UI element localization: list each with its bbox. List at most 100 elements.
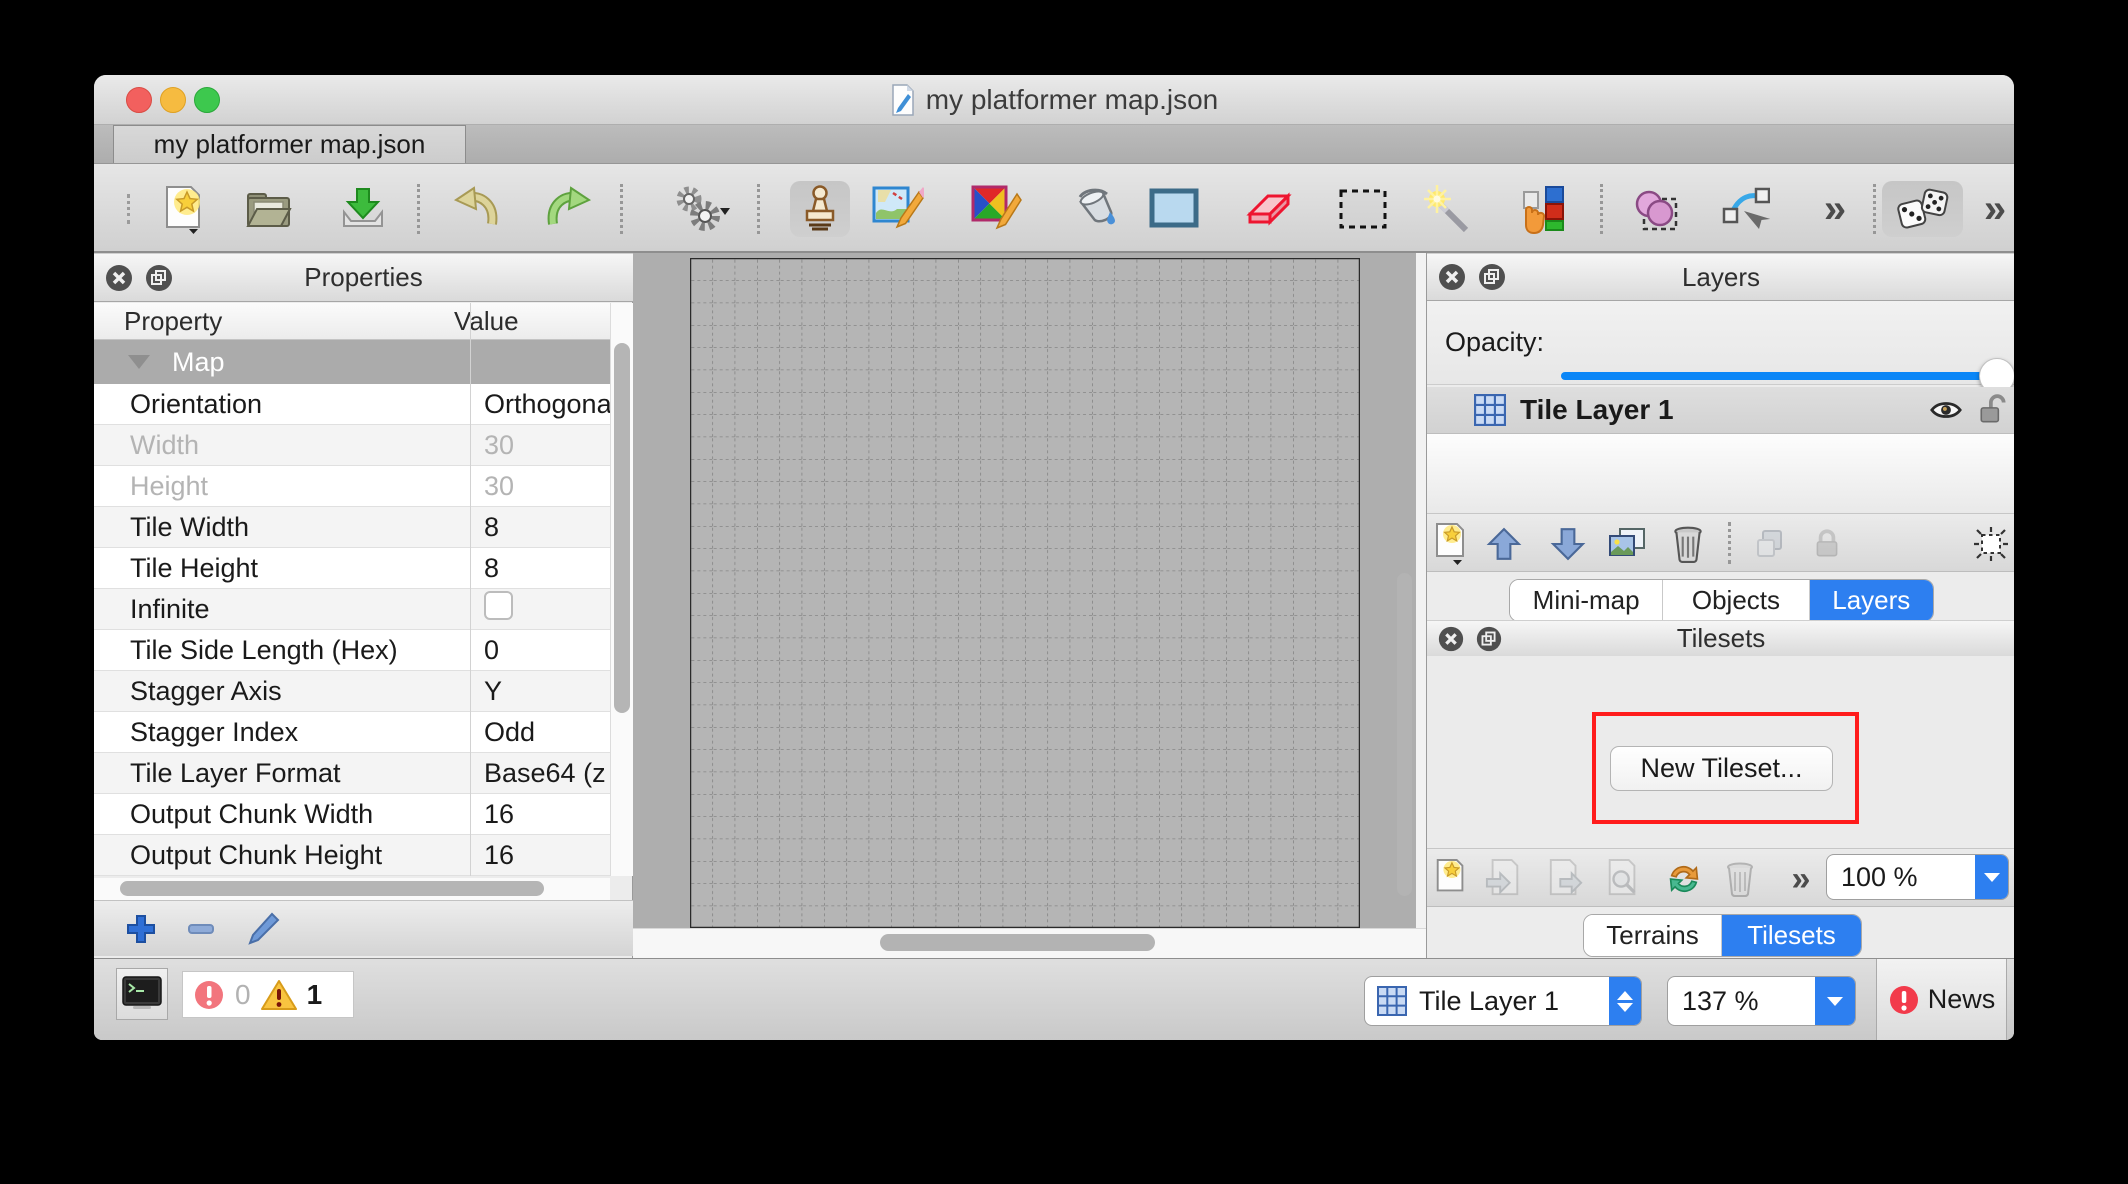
- new-tileset-toolbar-button[interactable]: [1427, 855, 1475, 903]
- add-property-icon[interactable]: [124, 912, 158, 946]
- save-file-button[interactable]: [335, 181, 391, 237]
- canvas-vertical-scrollbar[interactable]: [1397, 573, 1412, 896]
- dropdown-segment[interactable]: [1975, 855, 2008, 899]
- merge-layer-down-button[interactable]: [1746, 520, 1794, 568]
- toolbar-overflow-button[interactable]: »: [1805, 181, 1861, 237]
- highlight-current-layer-button[interactable]: [1967, 520, 2014, 568]
- tilesets-empty-area: New Tileset...: [1427, 656, 2014, 848]
- new-layer-button[interactable]: [1427, 520, 1475, 568]
- random-mode-button[interactable]: [1882, 181, 1963, 237]
- map-grid[interactable]: [690, 258, 1360, 928]
- collapse-triangle-icon[interactable]: [128, 355, 150, 369]
- stepper-segment[interactable]: [1609, 977, 1641, 1025]
- tab-layers[interactable]: Layers: [1810, 580, 1933, 621]
- toolbar-drag-handle[interactable]: [127, 194, 130, 224]
- select-same-tile-button[interactable]: [1515, 181, 1571, 237]
- float-panel-icon[interactable]: [1477, 262, 1507, 292]
- canvas-horizontal-scrollbar[interactable]: [880, 934, 1155, 951]
- redo-button[interactable]: [542, 181, 598, 237]
- property-row[interactable]: Tile Width8: [94, 507, 610, 548]
- zoom-window-button[interactable]: [194, 87, 220, 113]
- property-row[interactable]: Tile Height8: [94, 548, 610, 589]
- infinite-checkbox[interactable]: [484, 591, 513, 620]
- tab-mini-map[interactable]: Mini-map: [1510, 580, 1663, 621]
- scrollbar-thumb[interactable]: [120, 881, 544, 896]
- tileset-zoom-select[interactable]: 100 %: [1826, 854, 2009, 900]
- refresh-tileset-button[interactable]: [1660, 855, 1708, 903]
- delete-tileset-button[interactable]: [1716, 855, 1764, 903]
- import-tileset-button[interactable]: [1480, 855, 1528, 903]
- tab-objects[interactable]: Objects: [1663, 580, 1809, 621]
- news-button[interactable]: News: [1876, 959, 2007, 1040]
- terrain-brush-button[interactable]: [870, 181, 926, 237]
- edit-property-icon[interactable]: [246, 912, 280, 946]
- close-panel-icon[interactable]: [1437, 625, 1465, 653]
- layer-visibility-eye-icon[interactable]: [1929, 398, 1963, 422]
- document-tab[interactable]: my platformer map.json: [113, 125, 466, 163]
- raise-layer-button[interactable]: [1480, 520, 1528, 568]
- property-row[interactable]: Width30: [94, 425, 610, 466]
- column-divider[interactable]: [470, 303, 471, 876]
- property-value: 8: [470, 512, 610, 543]
- layer-unlocked-icon[interactable]: [1979, 394, 2007, 426]
- rectangular-select-button[interactable]: [1335, 181, 1391, 237]
- properties-button-row: [94, 900, 633, 956]
- new-map-button[interactable]: [155, 181, 211, 237]
- close-panel-icon[interactable]: [104, 263, 134, 293]
- document-tab-bar: my platformer map.json: [94, 125, 2014, 164]
- wang-brush-button[interactable]: [968, 181, 1024, 237]
- layer-row-tile-layer-1[interactable]: Tile Layer 1: [1427, 387, 2014, 434]
- property-column-label: Property: [94, 306, 440, 337]
- float-panel-icon[interactable]: [144, 263, 174, 293]
- property-row[interactable]: Infinite: [94, 589, 610, 630]
- edit-polygons-button[interactable]: [1717, 181, 1773, 237]
- tileset-toolbar-overflow-button[interactable]: »: [1775, 855, 1823, 903]
- property-row[interactable]: Stagger IndexOdd: [94, 712, 610, 753]
- property-row[interactable]: Height30: [94, 466, 610, 507]
- minimize-window-button[interactable]: [160, 87, 186, 113]
- scrollbar-thumb[interactable]: [614, 343, 630, 713]
- float-panel-icon[interactable]: [1475, 625, 1503, 653]
- property-row[interactable]: Tile Side Length (Hex)0: [94, 630, 610, 671]
- duplicate-layer-button[interactable]: [1603, 520, 1651, 568]
- console-button[interactable]: [116, 968, 168, 1020]
- dropdown-segment[interactable]: [1815, 977, 1855, 1025]
- map-view[interactable]: [633, 253, 1426, 958]
- execute-command-button[interactable]: [665, 181, 737, 237]
- remove-property-icon[interactable]: [184, 912, 218, 946]
- opacity-row: Opacity:: [1427, 301, 2014, 385]
- new-tileset-button[interactable]: New Tileset...: [1610, 746, 1833, 791]
- close-window-button[interactable]: [126, 87, 152, 113]
- property-value: Odd: [470, 717, 610, 748]
- properties-horizontal-scrollbar[interactable]: [94, 878, 610, 900]
- tab-terrains[interactable]: Terrains: [1584, 915, 1722, 956]
- opacity-slider[interactable]: [1561, 372, 1997, 380]
- layer-list-empty-area[interactable]: [1427, 434, 2014, 513]
- map-group-row[interactable]: Map: [94, 340, 610, 384]
- property-row[interactable]: Output Chunk Height16: [94, 835, 610, 876]
- select-objects-button[interactable]: [1627, 181, 1683, 237]
- current-layer-select[interactable]: Tile Layer 1: [1364, 976, 1642, 1026]
- bucket-fill-button[interactable]: [1067, 181, 1123, 237]
- lower-layer-button[interactable]: [1544, 520, 1592, 568]
- close-panel-icon[interactable]: [1437, 262, 1467, 292]
- eraser-button[interactable]: [1240, 181, 1296, 237]
- export-tileset-button[interactable]: [1542, 855, 1590, 903]
- shape-fill-button[interactable]: [1146, 181, 1202, 237]
- property-row[interactable]: Tile Layer FormatBase64 (z: [94, 753, 610, 794]
- open-file-button[interactable]: [240, 181, 296, 237]
- property-row[interactable]: Output Chunk Width16: [94, 794, 610, 835]
- tab-tilesets[interactable]: Tilesets: [1722, 915, 1861, 956]
- issues-counter[interactable]: 0 1: [182, 971, 354, 1018]
- tools-overflow-button[interactable]: »: [1965, 181, 2014, 237]
- edit-tileset-button[interactable]: [1599, 855, 1647, 903]
- stamp-brush-button[interactable]: [790, 181, 850, 237]
- delete-layer-button[interactable]: [1664, 520, 1712, 568]
- property-row[interactable]: OrientationOrthogona: [94, 384, 610, 425]
- map-zoom-select[interactable]: 137 %: [1667, 976, 1856, 1026]
- lock-layer-button[interactable]: [1803, 520, 1851, 568]
- property-row[interactable]: Stagger AxisY: [94, 671, 610, 712]
- undo-button[interactable]: [447, 181, 503, 237]
- properties-vertical-scrollbar[interactable]: [610, 303, 633, 876]
- magic-wand-button[interactable]: [1421, 181, 1477, 237]
